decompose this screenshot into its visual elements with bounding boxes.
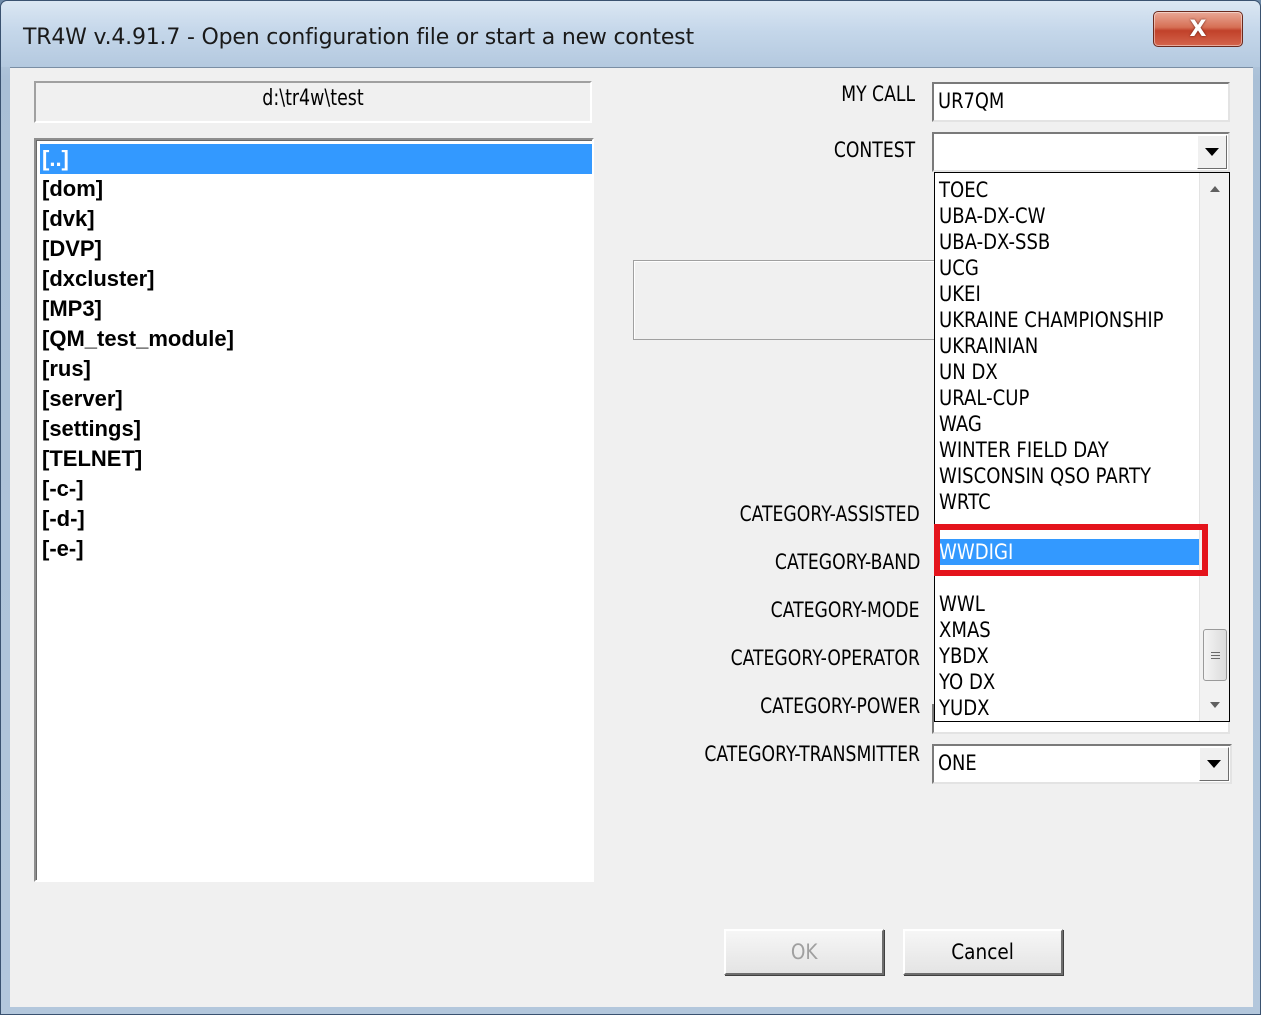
dialog-client-area: d:\tr4w\test [..] [dom] [dvk] [DVP] [dxc… [10, 67, 1253, 1007]
contest-option[interactable]: WWL [937, 591, 1199, 617]
contest-dropdown-list[interactable]: TOEC UBA-DX-CW UBA-DX-SSB UCG UKEI UKRAI… [934, 172, 1230, 722]
contest-option[interactable]: TOEC [937, 177, 1199, 203]
contest-option[interactable]: UKRAINIAN [937, 333, 1199, 359]
transmitter-dropdown-button[interactable] [1199, 747, 1229, 781]
close-icon: X [1189, 16, 1207, 42]
contest-option[interactable]: YUDX [937, 695, 1199, 721]
my-call-input[interactable]: UR7QM [932, 82, 1230, 122]
category-transmitter-combobox[interactable]: ONE [932, 744, 1232, 784]
directory-item[interactable]: [settings] [40, 414, 592, 444]
info-groupbox [633, 260, 935, 340]
title-bar[interactable]: TR4W v.4.91.7 - Open configuration file … [1, 1, 1260, 67]
contest-option[interactable]: UN DX [937, 359, 1199, 385]
selection-highlight-annotation [934, 524, 1208, 576]
directory-listbox[interactable]: [..] [dom] [dvk] [DVP] [dxcluster] [MP3]… [34, 138, 594, 882]
directory-item[interactable]: [..] [40, 144, 592, 174]
category-transmitter-label: CATEGORY-TRANSMITTER [704, 742, 920, 766]
contest-option[interactable]: YO DX [937, 669, 1199, 695]
current-path-box: d:\tr4w\test [34, 81, 592, 123]
chevron-down-icon [1210, 702, 1220, 708]
category-mode-label: CATEGORY-MODE [771, 598, 920, 622]
directory-item[interactable]: [dom] [40, 174, 592, 204]
directory-item[interactable]: [rus] [40, 354, 592, 384]
window-title: TR4W v.4.91.7 - Open configuration file … [23, 25, 694, 50]
category-assisted-label: CATEGORY-ASSISTED [739, 502, 920, 526]
my-call-label: MY CALL [841, 82, 915, 106]
contest-dropdown-button[interactable] [1197, 135, 1227, 169]
category-band-label: CATEGORY-BAND [774, 550, 920, 574]
directory-item[interactable]: [-e-] [40, 534, 592, 564]
contest-option[interactable]: WRTC [937, 489, 1199, 515]
contest-option[interactable]: UKEI [937, 281, 1199, 307]
current-path: d:\tr4w\test [262, 86, 364, 111]
close-button[interactable]: X [1153, 11, 1243, 47]
contest-option[interactable]: UBA-DX-CW [937, 203, 1199, 229]
chevron-down-icon [1207, 760, 1221, 768]
contest-option[interactable]: UBA-DX-SSB [937, 229, 1199, 255]
scroll-up-button[interactable] [1201, 175, 1229, 203]
contest-option[interactable]: XMAS [937, 617, 1199, 643]
category-transmitter-value: ONE [938, 751, 977, 775]
contest-option[interactable]: WAG [937, 411, 1199, 437]
directory-item[interactable]: [QM_test_module] [40, 324, 592, 354]
my-call-value: UR7QM [938, 89, 1005, 113]
scroll-down-button[interactable] [1201, 691, 1229, 719]
contest-option[interactable]: UKRAINE CHAMPIONSHIP [937, 307, 1199, 333]
scroll-thumb[interactable] [1203, 629, 1227, 681]
directory-item[interactable]: [server] [40, 384, 592, 414]
category-operator-label: CATEGORY-OPERATOR [730, 646, 920, 670]
chevron-down-icon [1205, 148, 1219, 156]
directory-item[interactable]: [MP3] [40, 294, 592, 324]
contest-option[interactable]: URAL-CUP [937, 385, 1199, 411]
directory-item[interactable]: [-c-] [40, 474, 592, 504]
contest-option[interactable]: WINTER FIELD DAY [937, 437, 1199, 463]
category-power-label: CATEGORY-POWER [759, 694, 920, 718]
directory-item[interactable]: [dvk] [40, 204, 592, 234]
dropdown-scrollbar[interactable] [1199, 173, 1229, 721]
contest-option[interactable]: WISCONSIN QSO PARTY [937, 463, 1199, 489]
ok-button[interactable]: OK [724, 929, 884, 975]
contest-label: CONTEST [833, 138, 915, 162]
cancel-button[interactable]: Cancel [903, 929, 1063, 975]
directory-item[interactable]: [DVP] [40, 234, 592, 264]
directory-item[interactable]: [dxcluster] [40, 264, 592, 294]
contest-combobox[interactable] [932, 132, 1230, 172]
dialog-window: TR4W v.4.91.7 - Open configuration file … [0, 0, 1261, 1015]
directory-item[interactable]: [TELNET] [40, 444, 592, 474]
directory-item[interactable]: [-d-] [40, 504, 592, 534]
chevron-up-icon [1210, 186, 1220, 192]
contest-option[interactable]: YBDX [937, 643, 1199, 669]
contest-option[interactable]: UCG [937, 255, 1199, 281]
